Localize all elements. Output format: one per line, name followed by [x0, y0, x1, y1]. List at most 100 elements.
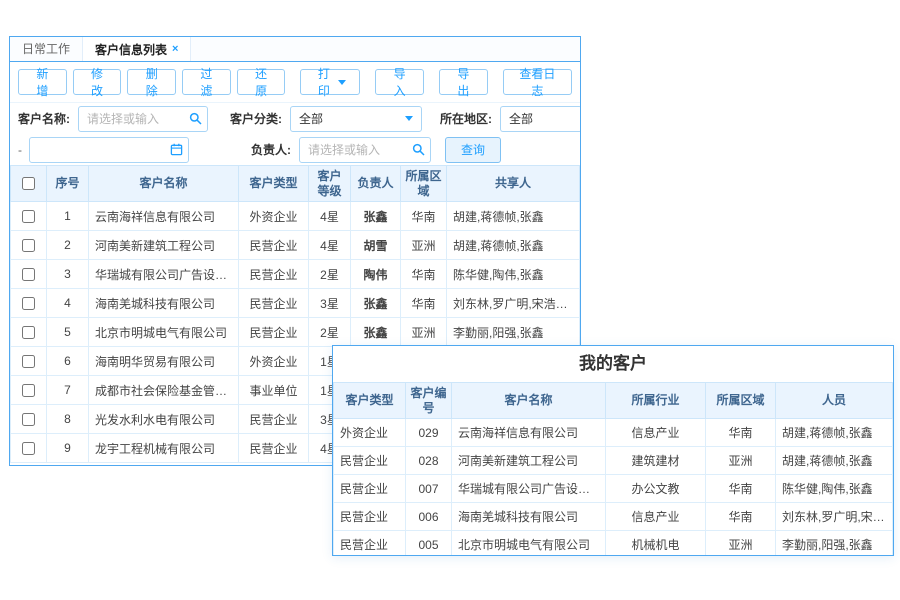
filter-button[interactable]: 过滤	[182, 69, 231, 95]
customer-code-link[interactable]: 005	[406, 531, 452, 557]
customer-name-link[interactable]: 龙宇工程机械有限公司	[89, 434, 239, 463]
region: 亚洲	[706, 447, 776, 475]
customer-code-link[interactable]: 007	[406, 475, 452, 503]
table-row: 2河南美新建筑工程公司民营企业4星胡雪亚洲胡建,蒋德帧,张鑫	[11, 231, 580, 260]
restore-button[interactable]: 还原	[237, 69, 286, 95]
row-checkbox[interactable]	[22, 384, 35, 397]
people: 刘东林,罗广明,宋浩然...	[776, 503, 893, 531]
customer-name-link[interactable]: 海南明华贸易有限公司	[89, 347, 239, 376]
customer-type: 民营企业	[239, 231, 309, 260]
table-header-row: 序号 客户名称 客户类型 客户等级 负责人 所属区域 共享人	[11, 166, 580, 202]
customer-name-link[interactable]: 海南羌城科技有限公司	[452, 503, 606, 531]
tab-customer-list[interactable]: 客户信息列表×	[83, 37, 191, 61]
col-header-code: 客户编号	[406, 383, 452, 419]
table-row: 外资企业029云南海祥信息有限公司信息产业华南胡建,蒋德帧,张鑫	[334, 419, 893, 447]
customer-class-select[interactable]: 全部	[290, 106, 422, 132]
region: 华南	[706, 503, 776, 531]
row-index: 4	[47, 289, 89, 318]
customer-type: 民营企业	[334, 531, 406, 557]
customer-type: 民营企业	[239, 405, 309, 434]
row-checkbox[interactable]	[22, 355, 35, 368]
query-button[interactable]: 查询	[445, 137, 501, 163]
row-index: 2	[47, 231, 89, 260]
my-customers-table: 客户类型 客户编号 客户名称 所属行业 所属区域 人员 外资企业029云南海祥信…	[333, 382, 893, 556]
shared-people: 刘东林,罗广明,宋浩然,张鑫	[447, 289, 580, 318]
customer-code-link[interactable]: 028	[406, 447, 452, 475]
date-input[interactable]	[29, 137, 189, 163]
col-header-level: 客户等级	[309, 166, 351, 202]
table-row: 3华瑞城有限公司广告设计部民营企业2星陶伟华南陈华健,陶伟,张鑫	[11, 260, 580, 289]
customer-name-link[interactable]: 光发水利水电有限公司	[89, 405, 239, 434]
customer-type: 外资企业	[334, 419, 406, 447]
people: 胡建,蒋德帧,张鑫	[776, 447, 893, 475]
region: 华南	[401, 289, 447, 318]
customer-name-link[interactable]: 云南海祥信息有限公司	[89, 202, 239, 231]
row-index: 8	[47, 405, 89, 434]
shared-people: 陈华健,陶伟,张鑫	[447, 260, 580, 289]
people: 胡建,蒋德帧,张鑫	[776, 419, 893, 447]
owner-link[interactable]: 陶伟	[351, 260, 401, 289]
customer-type: 民营企业	[239, 260, 309, 289]
search-icon[interactable]	[412, 143, 425, 156]
customer-name-link[interactable]: 北京市明城电气有限公司	[452, 531, 606, 557]
delete-button[interactable]: 删除	[127, 69, 176, 95]
owner-link[interactable]: 张鑫	[351, 289, 401, 318]
customer-name-link[interactable]: 云南海祥信息有限公司	[452, 419, 606, 447]
owner-link[interactable]: 张鑫	[351, 202, 401, 231]
col-header-no: 序号	[47, 166, 89, 202]
add-button[interactable]: 新增	[18, 69, 67, 95]
table-row: 5北京市明城电气有限公司民营企业2星张鑫亚洲李勤丽,阳强,张鑫	[11, 318, 580, 347]
customer-level: 3星	[309, 289, 351, 318]
customer-level: 4星	[309, 202, 351, 231]
date-range-separator: -	[18, 143, 22, 157]
row-select-cell	[11, 260, 47, 289]
row-checkbox[interactable]	[22, 442, 35, 455]
customer-name-link[interactable]: 华瑞城有限公司广告设计部	[89, 260, 239, 289]
customer-level: 2星	[309, 260, 351, 289]
table-row: 民营企业028河南美新建筑工程公司建筑建材亚洲胡建,蒋德帧,张鑫	[334, 447, 893, 475]
select-all-cell	[11, 166, 47, 202]
customer-name-link[interactable]: 河南美新建筑工程公司	[89, 231, 239, 260]
customer-name-link[interactable]: 华瑞城有限公司广告设计部	[452, 475, 606, 503]
tab-daily-work[interactable]: 日常工作	[10, 37, 83, 61]
search-icon[interactable]	[189, 112, 202, 125]
row-checkbox[interactable]	[22, 268, 35, 281]
table-row: 4海南羌城科技有限公司民营企业3星张鑫华南刘东林,罗广明,宋浩然,张鑫	[11, 289, 580, 318]
customer-code-link[interactable]: 029	[406, 419, 452, 447]
row-checkbox[interactable]	[22, 413, 35, 426]
row-checkbox[interactable]	[22, 326, 35, 339]
row-checkbox[interactable]	[22, 239, 35, 252]
filter-row-2: - 负责人: 查询	[10, 134, 580, 165]
customer-name-link[interactable]: 海南羌城科技有限公司	[89, 289, 239, 318]
col-header-name: 客户名称	[452, 383, 606, 419]
region-value: 全部	[509, 110, 533, 127]
owner-link[interactable]: 张鑫	[351, 318, 401, 347]
row-checkbox[interactable]	[22, 210, 35, 223]
print-button[interactable]: 打印	[300, 69, 360, 95]
filter-row-1: 客户名称: 客户分类: 全部 所在地区: 全部	[10, 103, 580, 134]
row-select-cell	[11, 405, 47, 434]
chevron-down-icon	[338, 80, 346, 89]
customer-code-link[interactable]: 006	[406, 503, 452, 531]
edit-button[interactable]: 修改	[73, 69, 122, 95]
calendar-icon[interactable]	[170, 143, 183, 156]
customer-type: 事业单位	[239, 376, 309, 405]
close-icon[interactable]: ×	[172, 43, 178, 55]
industry: 办公文教	[606, 475, 706, 503]
row-index: 6	[47, 347, 89, 376]
view-log-button[interactable]: 查看日志	[503, 69, 572, 95]
region-select[interactable]: 全部	[500, 106, 581, 132]
row-index: 9	[47, 434, 89, 463]
row-index: 7	[47, 376, 89, 405]
export-button[interactable]: 导出	[439, 69, 488, 95]
select-all-checkbox[interactable]	[22, 177, 35, 190]
customer-type: 民营企业	[334, 447, 406, 475]
owner-link[interactable]: 胡雪	[351, 231, 401, 260]
customer-name-link[interactable]: 河南美新建筑工程公司	[452, 447, 606, 475]
import-button[interactable]: 导入	[375, 69, 424, 95]
region: 亚洲	[706, 531, 776, 557]
customer-name-link[interactable]: 北京市明城电气有限公司	[89, 318, 239, 347]
region: 华南	[401, 202, 447, 231]
customer-name-link[interactable]: 成都市社会保险基金管理...	[89, 376, 239, 405]
row-checkbox[interactable]	[22, 297, 35, 310]
